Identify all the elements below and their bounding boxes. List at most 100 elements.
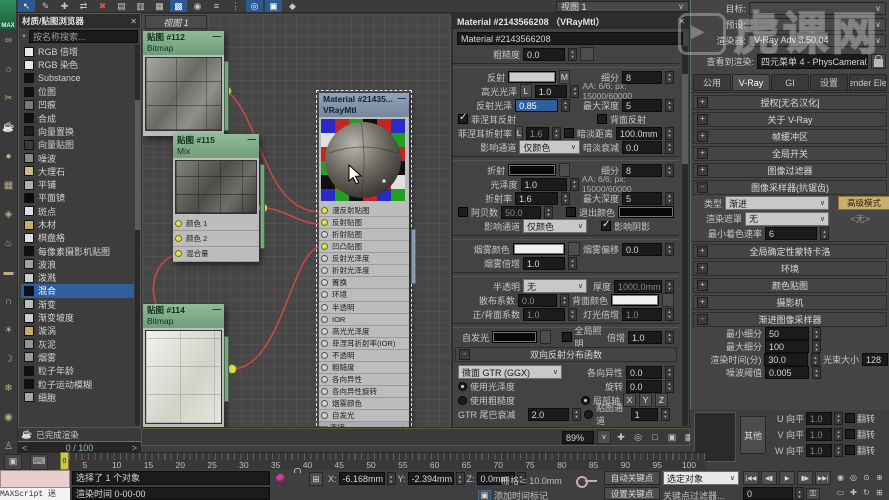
material-list-item[interactable]: 渐变坡度 (21, 311, 134, 324)
node-input-slot[interactable]: 颜色 1 (173, 216, 259, 231)
spinner[interactable] (572, 408, 581, 421)
collapse-icon[interactable]: — (398, 93, 407, 104)
node-input-slot[interactable]: 凹凸贴图 (319, 241, 409, 253)
track-prev-icon[interactable]: < (18, 443, 31, 453)
material-list-item[interactable]: 波浪 (21, 258, 134, 271)
advanced-mode-button[interactable]: 高级模式 (838, 196, 889, 210)
progressive-rollout-header[interactable]: 渐进图像采样器 (693, 312, 887, 327)
gloss-field[interactable]: 1.0 (521, 178, 567, 191)
ior-field[interactable]: 1.6 (515, 192, 558, 205)
spinner[interactable] (570, 85, 579, 98)
collapse-icon[interactable]: — (248, 134, 257, 145)
use-roughness-radio[interactable] (458, 396, 467, 405)
exit-color-checkbox[interactable] (566, 207, 576, 217)
material-list-item[interactable]: 灰泥 (21, 338, 134, 351)
node-input-slot[interactable]: 漫反射贴图 (319, 205, 409, 217)
gi-checkbox[interactable] (562, 332, 572, 342)
abbe-checkbox[interactable] (458, 207, 468, 217)
spinner[interactable] (661, 408, 670, 421)
node-input-slot[interactable]: 折射贴图 (319, 229, 409, 241)
spinner[interactable] (568, 48, 577, 61)
max-subdivs-field[interactable]: 100 (765, 340, 809, 353)
node-input-slot[interactable]: 各向异性 (319, 374, 409, 386)
material-list-item[interactable]: 细胞 (21, 391, 134, 404)
go-end-icon[interactable]: ▶▶| (815, 471, 831, 485)
node-input-slot[interactable]: 粗糙度 (319, 362, 409, 374)
brdf-rollout-header[interactable]: 双向反射分布函数 (455, 347, 677, 362)
material-list-item[interactable]: 斑点 (21, 205, 134, 218)
node-output-tab[interactable] (260, 164, 265, 249)
uvw-tile-field[interactable]: 1.0 (806, 444, 832, 457)
material-list-item[interactable]: 向量置换 (21, 125, 134, 138)
fog-bias-field[interactable]: 0.0 (622, 243, 662, 256)
spinner[interactable] (665, 308, 674, 321)
chevron-down-icon[interactable]: ▼ (21, 34, 27, 40)
spinner[interactable] (665, 192, 674, 205)
render-tab[interactable]: 设置 (810, 74, 848, 91)
render-tab[interactable]: Render Elem (849, 74, 887, 91)
node-input-slot[interactable]: 环境 (319, 289, 409, 301)
material-list-item[interactable]: 烟雾 (21, 351, 134, 364)
rollout-header[interactable]: 图像过滤器 (693, 163, 887, 178)
hilight-gloss-field[interactable]: 1.0 (535, 85, 568, 98)
next-frame-icon[interactable]: ▮▶ (797, 471, 813, 485)
min-shading-rate-field[interactable]: 6 (765, 227, 817, 240)
sphere-icon[interactable]: ● (0, 149, 17, 164)
refract-map-button[interactable] (559, 163, 570, 177)
node-input-slot[interactable]: 反射光泽度 (319, 253, 409, 265)
material-list-item[interactable]: 渐变 (21, 298, 134, 311)
back-color-map-button[interactable] (662, 293, 674, 307)
pick-material-icon[interactable]: ✎ (37, 0, 54, 12)
spinner[interactable] (456, 472, 465, 485)
spinner[interactable] (665, 366, 674, 379)
material-list-item[interactable]: 漩涡 (21, 324, 134, 337)
spinner[interactable] (834, 444, 843, 457)
rollout-header[interactable]: 授权[无名汉化] (693, 95, 887, 110)
prev-frame-icon[interactable]: ◀▮ (761, 471, 777, 485)
render-tab[interactable]: GI (771, 74, 809, 91)
connector-icon[interactable] (321, 376, 328, 383)
active-view-dropdown[interactable]: 视图 1 (556, 1, 689, 12)
set-key-button[interactable]: 设置关键点 (604, 487, 660, 500)
snow-icon[interactable]: ❄ (0, 381, 17, 396)
node-input-slot[interactable]: 混合量 (173, 247, 259, 262)
node-bitmap-112[interactable]: 贴图 #112 Bitmap — (143, 31, 224, 136)
spinner[interactable] (665, 331, 674, 344)
node-vraymtl[interactable]: Material #21435... VRayMtl — (319, 93, 409, 428)
roughness-map-button[interactable] (580, 47, 594, 61)
y-field[interactable]: -2.394mm (408, 472, 454, 485)
translucency-dropdown[interactable]: 无 (523, 279, 587, 293)
material-list-item[interactable]: 粒子年龄 (21, 364, 134, 377)
affect-channels-dropdown[interactable]: 仅颜色 (519, 140, 580, 154)
params-scrollbar-thumb[interactable] (682, 74, 688, 164)
zoom-percent-field[interactable]: 89% (562, 431, 594, 444)
dome-icon[interactable]: ∩ (0, 294, 17, 309)
rollout-header[interactable]: 摄影机 (693, 295, 887, 310)
render-tab[interactable]: 公用 (693, 74, 731, 91)
material-list-item[interactable]: 木材 (21, 218, 134, 231)
map-channel-field[interactable]: 1 (631, 408, 658, 421)
fov-icon[interactable]: ▭ (834, 485, 847, 499)
hilight-gloss-lock-button[interactable]: L (520, 84, 532, 98)
material-list-item[interactable]: 平铺 (21, 178, 134, 191)
pan-hand-icon[interactable]: ✚ (847, 485, 860, 499)
layout-children-icon[interactable]: ⋮ (227, 0, 244, 12)
spinner[interactable] (834, 428, 843, 441)
search-input[interactable]: 按名称搜索... (29, 30, 138, 43)
zoom-all-icon[interactable]: ◎ (847, 470, 860, 484)
lock-view-button[interactable] (871, 54, 886, 69)
node-input-slot[interactable]: 不透明 (319, 350, 409, 362)
zoom-icon[interactable]: ◉ (834, 470, 847, 484)
node-input-slot[interactable]: 折射光泽度 (319, 265, 409, 277)
rollout-header[interactable]: 颜色贴图 (693, 278, 887, 293)
bulb-icon[interactable]: ☼ (0, 62, 17, 77)
delete-selected-icon[interactable]: ✖ (94, 0, 111, 12)
track-next-icon[interactable]: > (128, 443, 141, 453)
key-filters-button[interactable]: 关键点过滤器... (663, 489, 725, 500)
background-checker-icon[interactable]: ▩ (170, 0, 187, 12)
rotation-field[interactable]: 0.0 (626, 380, 662, 393)
node-input-slot[interactable]: 置换 (319, 277, 409, 289)
node-bitmap-114[interactable]: 贴图 #114 Bitmap — (143, 304, 224, 428)
ik-figure-icon[interactable]: ♙ (0, 439, 17, 454)
reflect-gloss-field[interactable]: 0.85 (515, 99, 558, 112)
